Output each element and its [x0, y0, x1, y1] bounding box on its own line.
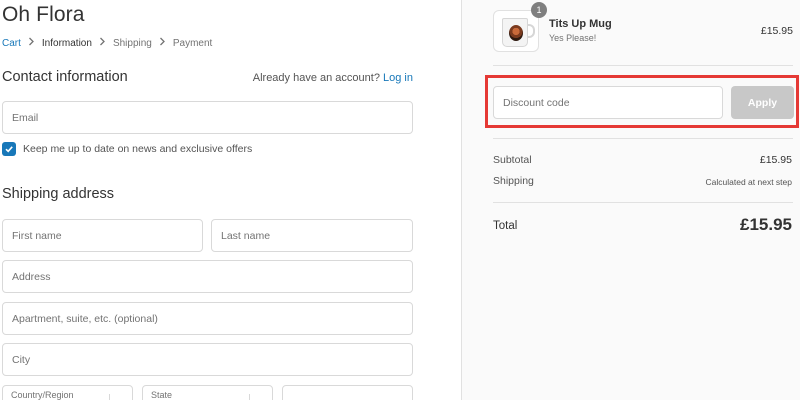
country-label: Country/Region: [11, 390, 74, 400]
subtotal-label: Subtotal: [493, 154, 532, 166]
address-field[interactable]: [2, 260, 413, 293]
subtotal-value: £15.95: [759, 154, 792, 166]
breadcrumb-payment: Payment: [172, 37, 213, 49]
checkmark-icon: [5, 146, 13, 153]
address-input[interactable]: [3, 261, 412, 292]
first-name-field[interactable]: [2, 219, 203, 252]
order-summary-panel: 1 Tits Up Mug Yes Please! £15.95 Apply S…: [461, 0, 800, 400]
login-prompt-text: Already have an account?: [252, 72, 380, 84]
select-divider: [249, 394, 250, 400]
select-divider: [109, 394, 110, 400]
divider: [493, 65, 793, 66]
breadcrumb: Cart Information Shipping Payment: [2, 37, 212, 49]
mug-image: [502, 18, 528, 47]
product-thumbnail: [493, 10, 539, 52]
state-select[interactable]: State: [142, 385, 273, 400]
shipping-value: Calculated at next step: [705, 177, 792, 187]
store-title[interactable]: Oh Flora: [2, 3, 85, 27]
country-select[interactable]: Country/Region: [2, 385, 133, 400]
newsletter-label: Keep me up to date on news and exclusive…: [23, 143, 253, 155]
last-name-input[interactable]: [212, 220, 412, 251]
login-prompt: Already have an account? Log in: [253, 72, 413, 84]
first-name-input[interactable]: [3, 220, 202, 251]
newsletter-option[interactable]: Keep me up to date on news and exclusive…: [2, 142, 252, 156]
quantity-badge: 1: [531, 2, 547, 18]
city-field[interactable]: [2, 343, 413, 376]
shipping-address-heading: Shipping address: [2, 186, 115, 202]
zip-input[interactable]: [283, 386, 412, 400]
discount-code-field[interactable]: [493, 86, 723, 119]
total-label: Total: [493, 220, 518, 232]
shipping-label: Shipping: [493, 175, 534, 187]
chevron-right-icon: [159, 37, 166, 49]
checkout-form-panel: Oh Flora Cart Information Shipping Payme…: [0, 0, 461, 400]
newsletter-checkbox[interactable]: [2, 142, 16, 156]
total-value: £15.95: [740, 215, 792, 234]
discount-code-input[interactable]: [494, 87, 722, 118]
contact-information-heading: Contact information: [2, 69, 128, 85]
breadcrumb-cart-link[interactable]: Cart: [2, 38, 21, 49]
email-field[interactable]: [2, 101, 413, 134]
product-variant: Yes Please!: [549, 33, 597, 43]
zip-field[interactable]: [282, 385, 413, 400]
login-link[interactable]: Log in: [383, 72, 413, 84]
divider: [493, 202, 793, 203]
breadcrumb-shipping: Shipping: [112, 37, 152, 49]
product-name: Tits Up Mug: [549, 18, 612, 30]
chevron-right-icon: [28, 37, 35, 49]
apartment-field[interactable]: [2, 302, 413, 335]
product-price: £15.95: [760, 25, 793, 37]
state-label: State: [151, 390, 173, 400]
chevron-right-icon: [99, 37, 106, 49]
email-input[interactable]: [3, 102, 412, 133]
apartment-input[interactable]: [3, 303, 412, 334]
order-line-item: 1 Tits Up Mug Yes Please! £15.95: [493, 2, 793, 52]
divider: [493, 138, 793, 139]
city-input[interactable]: [3, 344, 412, 375]
breadcrumb-information: Information: [41, 37, 92, 49]
apply-discount-button[interactable]: Apply: [731, 86, 794, 119]
last-name-field[interactable]: [211, 219, 413, 252]
